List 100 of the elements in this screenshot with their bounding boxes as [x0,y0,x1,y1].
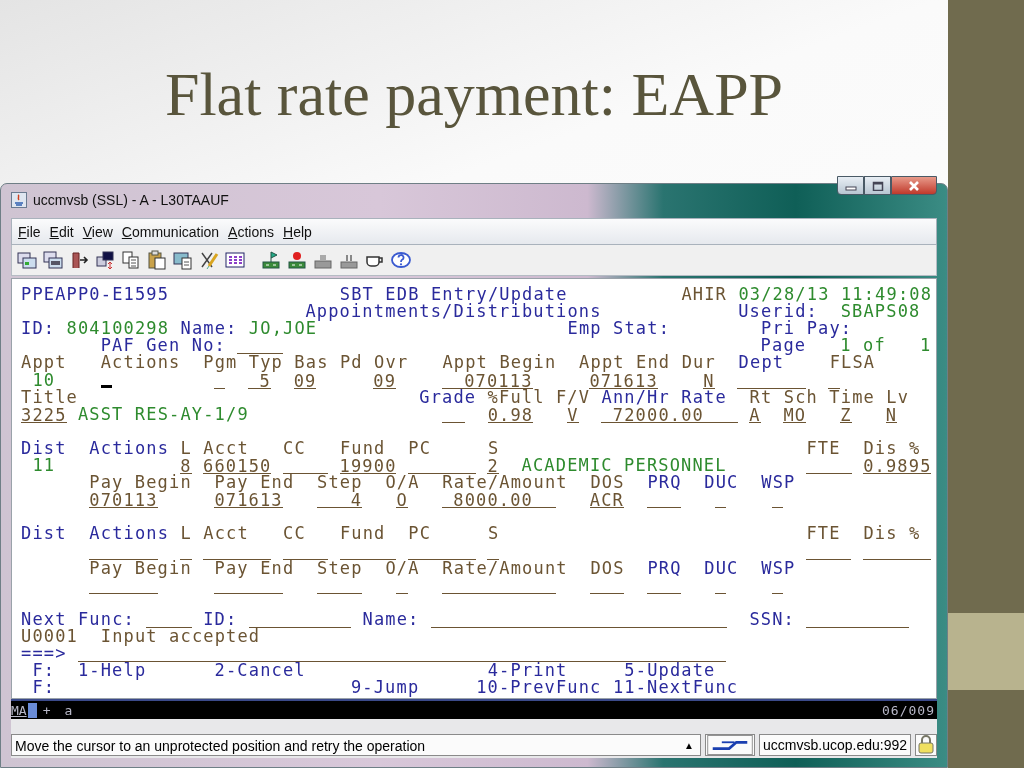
text-cursor [100,384,112,388]
status-indicator: + [42,702,51,718]
screen-text: %Full [487,388,545,406]
input-field[interactable]: 2 [487,458,499,475]
screen-text: CC [283,439,306,457]
menu-item[interactable]: Edit [49,223,74,240]
screen-text: SSN: [749,610,795,628]
scroll-arrow[interactable]: ▲ [678,735,700,755]
minimize-button[interactable] [837,176,864,195]
screen-text: Title [21,388,78,406]
screen-text: Userid: [738,303,818,321]
lock-icon [915,734,937,756]
screen-text: Name: [180,320,238,338]
screen-text: Step [317,474,363,492]
input-field[interactable]: 0.9895 [863,458,932,475]
input-field[interactable]: N [703,372,715,389]
menu-item[interactable]: Communication [121,223,220,240]
input-field[interactable]: V [567,406,579,423]
input-field[interactable]: 5 [248,372,271,389]
screen-text: of [863,337,886,355]
input-field[interactable]: ACR [589,492,624,509]
window-title: uccmvsb (SSL) - A - L30TAAUF [33,192,229,208]
paste-icon[interactable] [147,250,167,270]
input-field[interactable]: MO [783,406,807,423]
screen-document-icon[interactable] [173,250,193,270]
menu-item[interactable]: Help [283,223,312,240]
screen-text: 10-PrevFunc [476,679,602,697]
screen-text: Typ [248,354,283,372]
status-indicator: a [64,702,73,718]
input-field[interactable]: 19900 [339,458,397,475]
screen-text: Bas [294,354,329,372]
screen-text: ID: [203,610,238,628]
input-field[interactable]: O [396,492,408,509]
screen-text: DOS [590,559,625,577]
screen-text: Pgm [203,354,238,372]
copy-icon[interactable] [121,250,141,270]
windows-arrows-icon[interactable] [95,250,115,270]
mode-indicator: MA [11,702,27,718]
input-field[interactable]: 8000.00 [441,492,556,509]
screen-text: Dis % [863,439,921,457]
screen-text: FTE [806,439,841,457]
close-icon [908,180,920,191]
screen-text: S [487,439,500,457]
input-field[interactable]: 0.98 [487,406,534,423]
screen-text: Appt [21,354,67,372]
status-message: Move the cursor to an unprotected position and retry the operation [15,737,427,755]
screen-text: Acct [203,525,249,543]
screen-text: WSP [761,474,796,492]
screen-text: FLSA [829,354,876,372]
screen-text: PRQ [647,559,682,577]
input-field[interactable]: 8 [180,458,192,475]
screen-text: 11-NextFunc [612,679,739,697]
screen-text: PRQ [647,474,682,492]
close-button[interactable] [891,176,937,195]
screen-text: Dept [738,354,785,372]
menu-item[interactable]: View [82,223,113,240]
screen-text: ASST RES-AY-1/9 [77,405,249,423]
input-field[interactable]: 3225 [21,406,67,423]
connection-icon [705,734,755,756]
input-field[interactable]: 070113 [441,372,533,389]
menu-item[interactable]: File [18,223,41,240]
input-field[interactable]: 09 [293,372,317,389]
input-field[interactable]: N [885,406,898,423]
input-field[interactable]: 071613 [214,492,283,509]
help-icon[interactable] [391,250,411,270]
input-field[interactable]: 071613 [589,372,658,389]
maximize-button[interactable] [864,176,891,195]
screen-text: PAF Gen No: [100,337,226,355]
screen-text: Actions [89,439,170,457]
flag-device-icon[interactable] [261,250,281,270]
scissors-pencil-icon[interactable] [199,250,219,270]
grid-icon[interactable] [225,250,245,270]
input-field[interactable]: 070113 [89,492,158,509]
dot-device-icon[interactable] [287,250,307,270]
app-icon [11,192,27,208]
screen-text: ===> [21,645,67,663]
screen-text: WSP [761,559,796,577]
input-field[interactable]: Z [840,406,852,423]
screen-text: Pay Begin [89,474,192,492]
screen-text: 804100298 [66,320,170,338]
screen-text: DOS [590,474,625,492]
input-field[interactable]: A [749,406,761,423]
screen-text: Appointments/Distributions [305,303,602,321]
screen-text: Name: [362,610,420,628]
cursor-block [27,702,37,718]
menu-item[interactable]: Actions [228,223,275,240]
door-arrow-icon[interactable] [69,250,89,270]
screen-text: ACADEMIC PERSONNEL [521,457,727,475]
input-field[interactable]: 72000.00 [601,406,738,423]
screen-text: Pd [339,354,363,372]
screen-text: Pay End [214,559,295,577]
input-field[interactable]: 660150 [203,458,272,475]
input-field[interactable]: 09 [373,372,397,389]
windows-icon[interactable] [43,250,63,270]
screen-text: Page [760,337,807,355]
input-field[interactable]: 4 [316,492,363,509]
screen-text: SBAPS08 [840,303,921,321]
windows-icon[interactable] [17,250,37,270]
screen-text: Acct [203,439,249,457]
screen-text: L [180,439,192,457]
